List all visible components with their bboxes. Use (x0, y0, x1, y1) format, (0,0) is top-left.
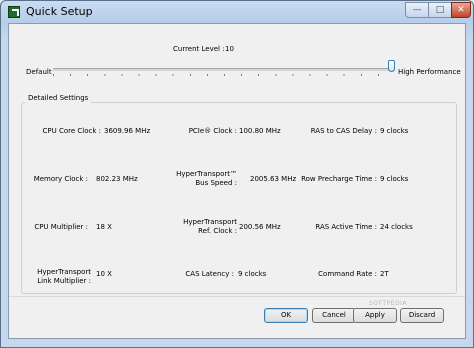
cas-latency-value: 9 clocks (238, 270, 267, 278)
footer-divider (9, 296, 465, 297)
ras-to-cas-delay-value: 9 clocks (380, 127, 409, 135)
ras-active-time-label: RAS Active Time : (315, 223, 377, 231)
maximize-button[interactable]: □ (428, 2, 452, 18)
window-title: Quick Setup (26, 5, 93, 18)
cpu-core-clock-label: CPU Core Clock : (42, 127, 102, 135)
detailed-settings-title: Detailed Settings (25, 94, 92, 103)
minimize-button[interactable]: — (405, 2, 429, 18)
cpu-multiplier-value: 18 X (96, 223, 112, 231)
title-bar[interactable]: Quick Setup — □ ✕ (1, 1, 473, 23)
cancel-button[interactable]: Cancel (312, 308, 356, 323)
hypertransport-ref-clock-value: 200.56 MHz (239, 223, 281, 231)
hypertransport-link-multiplier-label: HyperTransport Link Multiplier : (37, 268, 91, 285)
cpu-core-clock-value: 3609.96 MHz (104, 127, 151, 135)
pcie-clock-label: PCIe® Clock : (188, 127, 237, 135)
current-level-value: 10 (225, 45, 234, 53)
command-rate-label: Command Rate : (318, 270, 377, 278)
watermark: SOFTPEDIA (369, 300, 407, 307)
current-level-label: Current Level : (173, 45, 225, 53)
performance-slider[interactable] (53, 68, 395, 71)
slider-max-label: High Performance (398, 68, 461, 76)
amd-logo-icon (8, 6, 20, 18)
hypertransport-bus-speed-label: HyperTransport™ Bus Speed : (176, 170, 237, 187)
slider-min-label: Default (26, 68, 52, 76)
slider-ticks (53, 74, 395, 76)
slider-thumb[interactable] (388, 60, 395, 72)
close-button[interactable]: ✕ (451, 2, 471, 18)
discard-button[interactable]: Discard (400, 308, 444, 323)
hypertransport-ref-clock-label: HyperTransport Ref. Clock : (183, 218, 237, 235)
dialog-body: Current Level : 10 Default High Performa… (8, 23, 466, 339)
ok-button[interactable]: OK (264, 308, 308, 323)
ras-active-time-value: 24 clocks (380, 223, 413, 231)
apply-button[interactable]: Apply (353, 308, 397, 323)
memory-clock-value: 802.23 MHz (96, 175, 138, 183)
memory-clock-label: Memory Clock : (33, 175, 88, 183)
command-rate-value: 2T (380, 270, 389, 278)
hypertransport-link-multiplier-value: 10 X (96, 270, 112, 278)
pcie-clock-value: 100.80 MHz (239, 127, 281, 135)
quick-setup-window: Quick Setup — □ ✕ Current Level : 10 Def… (0, 0, 474, 348)
cpu-multiplier-label: CPU Multiplier : (34, 223, 88, 231)
row-precharge-time-label: Row Precharge Time : (301, 175, 377, 183)
ras-to-cas-delay-label: RAS to CAS Delay : (310, 127, 377, 135)
row-precharge-time-value: 9 clocks (380, 175, 409, 183)
cas-latency-label: CAS Latency : (185, 270, 234, 278)
